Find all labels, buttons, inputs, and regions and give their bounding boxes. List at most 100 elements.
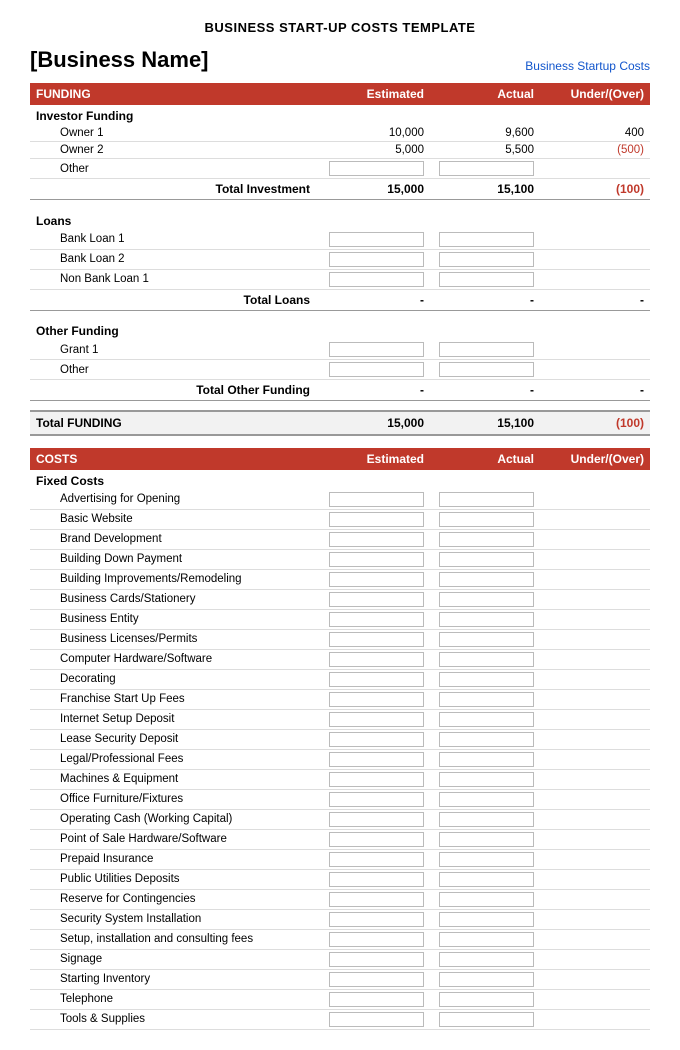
grant1-actual — [430, 340, 540, 360]
owner2-under-over: (500) — [540, 142, 650, 159]
cost-item-label: Business Licenses/Permits — [30, 629, 320, 649]
list-item: Business Licenses/Permits — [30, 629, 650, 649]
spacer3 — [30, 401, 650, 411]
cost-item-estimated — [320, 849, 430, 869]
cost-item-label: Prepaid Insurance — [30, 849, 320, 869]
cost-item-under-over — [540, 989, 650, 1009]
cost-item-actual — [430, 549, 540, 569]
list-item: Building Down Payment — [30, 549, 650, 569]
costs-actual-header: Actual — [430, 448, 540, 470]
cost-item-actual — [430, 749, 540, 769]
non-bank-loan-label: Non Bank Loan 1 — [30, 269, 320, 289]
cost-item-estimated — [320, 789, 430, 809]
cost-item-under-over — [540, 749, 650, 769]
cost-item-label: Internet Setup Deposit — [30, 709, 320, 729]
cost-item-actual — [430, 909, 540, 929]
cost-item-estimated — [320, 629, 430, 649]
cost-item-label: Decorating — [30, 669, 320, 689]
list-item: Security System Installation — [30, 909, 650, 929]
total-investment-under-over: (100) — [540, 179, 650, 200]
cost-item-actual — [430, 709, 540, 729]
investor-other-row: Other — [30, 159, 650, 179]
fixed-costs-group: Fixed Costs — [30, 470, 650, 490]
costs-section-header: COSTS Estimated Actual Under/(Over) — [30, 448, 650, 470]
list-item: Business Entity — [30, 609, 650, 629]
list-item: Legal/Professional Fees — [30, 749, 650, 769]
list-item: Reserve for Contingencies — [30, 889, 650, 909]
cost-item-under-over — [540, 929, 650, 949]
cost-item-under-over — [540, 490, 650, 510]
cost-item-label: Franchise Start Up Fees — [30, 689, 320, 709]
cost-item-under-over — [540, 589, 650, 609]
cost-item-label: Advertising for Opening — [30, 490, 320, 510]
grant1-label: Grant 1 — [30, 340, 320, 360]
owner1-under-over: 400 — [540, 125, 650, 142]
bank-loan-2-under-over — [540, 249, 650, 269]
list-item: Brand Development — [30, 529, 650, 549]
list-item: Decorating — [30, 669, 650, 689]
costs-label: COSTS — [30, 448, 320, 470]
cost-item-under-over — [540, 869, 650, 889]
total-loans-estimated: - — [320, 289, 430, 310]
header-link[interactable]: Business Startup Costs — [525, 59, 650, 73]
cost-item-estimated — [320, 1009, 430, 1029]
cost-item-under-over — [540, 529, 650, 549]
total-investment-actual: 15,100 — [430, 179, 540, 200]
cost-item-label: Business Entity — [30, 609, 320, 629]
bank-loan-2-row: Bank Loan 2 — [30, 249, 650, 269]
bank-loan-1-row: Bank Loan 1 — [30, 230, 650, 250]
total-other-estimated: - — [320, 380, 430, 401]
cost-item-estimated — [320, 909, 430, 929]
cost-item-estimated — [320, 669, 430, 689]
cost-item-estimated — [320, 490, 430, 510]
cost-item-under-over — [540, 769, 650, 789]
cost-item-estimated — [320, 589, 430, 609]
owner2-actual: 5,500 — [430, 142, 540, 159]
cost-item-under-over — [540, 549, 650, 569]
cost-item-under-over — [540, 889, 650, 909]
total-funding-row: Total FUNDING 15,000 15,100 (100) — [30, 411, 650, 435]
list-item: Franchise Start Up Fees — [30, 689, 650, 709]
cost-item-actual — [430, 569, 540, 589]
cost-item-actual — [430, 829, 540, 849]
list-item: Basic Website — [30, 509, 650, 529]
bank-loan-2-estimated — [320, 249, 430, 269]
costs-table: COSTS Estimated Actual Under/(Over) Fixe… — [30, 448, 650, 1030]
non-bank-loan-actual — [430, 269, 540, 289]
list-item: Office Furniture/Fixtures — [30, 789, 650, 809]
cost-item-actual — [430, 869, 540, 889]
cost-item-label: Operating Cash (Working Capital) — [30, 809, 320, 829]
cost-item-estimated — [320, 989, 430, 1009]
cost-item-under-over — [540, 709, 650, 729]
total-investment-estimated: 15,000 — [320, 179, 430, 200]
cost-item-estimated — [320, 769, 430, 789]
cost-item-estimated — [320, 889, 430, 909]
cost-item-actual — [430, 1009, 540, 1029]
business-name: [Business Name] — [30, 47, 209, 73]
cost-item-actual — [430, 509, 540, 529]
cost-item-label: Legal/Professional Fees — [30, 749, 320, 769]
cost-item-label: Building Improvements/Remodeling — [30, 569, 320, 589]
total-funding-label: Total FUNDING — [30, 411, 320, 435]
cost-item-actual — [430, 929, 540, 949]
fixed-costs-label: Fixed Costs — [30, 470, 650, 490]
investor-other-estimated — [320, 159, 430, 179]
total-loans-row: Total Loans - - - — [30, 289, 650, 310]
cost-item-estimated — [320, 529, 430, 549]
cost-item-under-over — [540, 949, 650, 969]
cost-item-estimated — [320, 749, 430, 769]
list-item: Signage — [30, 949, 650, 969]
other-funding-other-label: Other — [30, 360, 320, 380]
cost-item-actual — [430, 729, 540, 749]
cost-item-label: Tools & Supplies — [30, 1009, 320, 1029]
total-investment-row: Total Investment 15,000 15,100 (100) — [30, 179, 650, 200]
total-other-actual: - — [430, 380, 540, 401]
other-funding-other-row: Other — [30, 360, 650, 380]
cost-item-actual — [430, 629, 540, 649]
non-bank-loan-estimated — [320, 269, 430, 289]
funding-label: FUNDING — [30, 83, 320, 105]
estimated-header: Estimated — [320, 83, 430, 105]
page-title: BUSINESS START-UP COSTS TEMPLATE — [30, 20, 650, 35]
under-over-header: Under/(Over) — [540, 83, 650, 105]
cost-item-actual — [430, 889, 540, 909]
